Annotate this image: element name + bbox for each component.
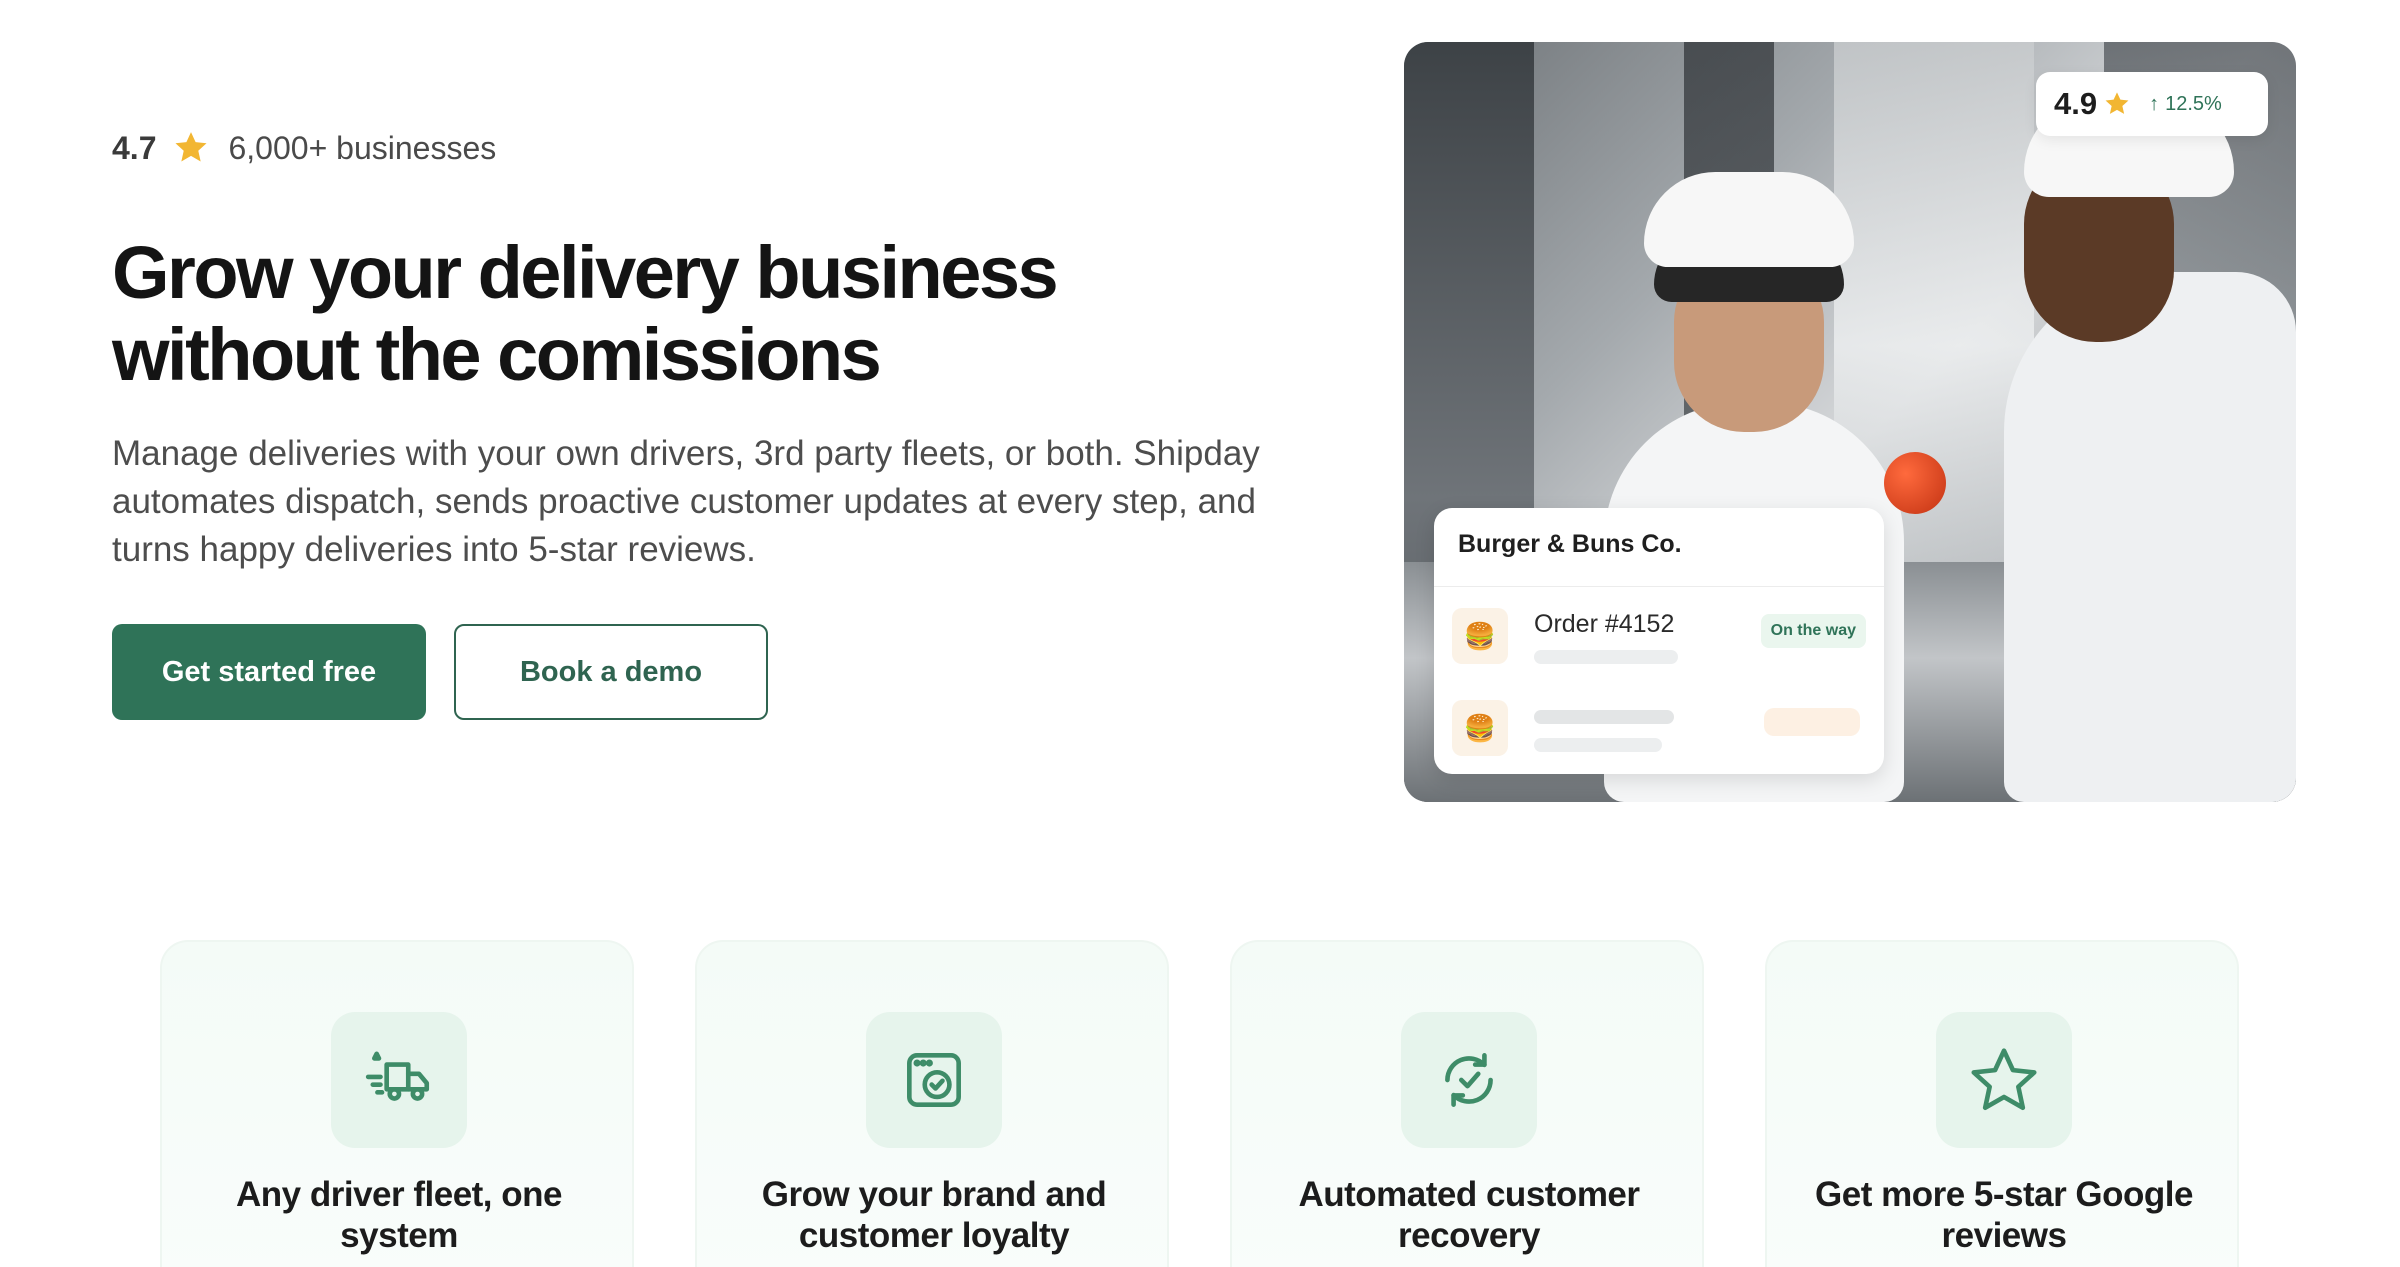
rating-businesses-text: 6,000+ businesses <box>228 129 497 166</box>
chef-hat <box>1644 172 1854 267</box>
order-number: Order #4152 <box>1534 610 1675 638</box>
order-row: 🍔 <box>1452 696 1866 758</box>
refresh-check-icon <box>1445 1053 1493 1107</box>
stat-change-value: 12.5% <box>2165 92 2222 115</box>
page-title: Grow your delivery business without the … <box>112 231 1059 396</box>
feature-card[interactable]: Grow your brand and customer loyalty <box>695 940 1169 1267</box>
feature-icon-container <box>331 1012 467 1148</box>
features-section: Any driver fleet, one system Grow your b… <box>160 940 2240 1267</box>
rating-score: 4.7 <box>112 129 157 166</box>
star-outline-icon <box>1971 1048 2037 1111</box>
feature-icon-container <box>1936 1012 2072 1148</box>
feature-icon-container <box>1401 1012 1537 1148</box>
feature-title: Automated customer recovery <box>1298 1175 1640 1255</box>
burger-icon: 🍔 <box>1452 608 1508 664</box>
page: 4.7 6,000+ businesses Grow your delivery… <box>0 0 2400 1267</box>
skeleton-line <box>1534 738 1662 752</box>
stat-rating-value: 4.9 <box>2054 86 2098 121</box>
rating-stat-card: 4.9 ↑ 12.5% <box>2036 72 2268 136</box>
status-badge-placeholder <box>1764 708 1860 736</box>
arrow-up-icon: ↑ <box>2149 92 2160 115</box>
status-badge: On the way <box>1760 614 1866 648</box>
feature-card[interactable]: Get more 5-star Google reviews <box>1765 940 2239 1267</box>
feature-card[interactable]: Automated customer recovery <box>1230 940 1704 1267</box>
book-demo-button[interactable]: Book a demo <box>454 624 768 720</box>
order-row: 🍔 Order #4152 On the way <box>1452 604 1866 666</box>
get-started-button[interactable]: Get started free <box>112 624 426 720</box>
feature-title: Any driver fleet, one system <box>236 1175 562 1255</box>
star-icon <box>175 132 208 162</box>
order-card: Burger & Buns Co. 🍔 Order #4152 On the w… <box>1434 508 1884 774</box>
skeleton-line <box>1534 710 1674 724</box>
feature-title: Grow your brand and customer loyalty <box>761 1175 1107 1255</box>
feature-icon-container <box>866 1012 1002 1148</box>
star-icon <box>2105 92 2129 114</box>
rating-row: 4.7 6,000+ businesses <box>112 126 1272 170</box>
feature-title: Get more 5-star Google reviews <box>1815 1175 2193 1255</box>
brand-app-icon <box>907 1053 961 1107</box>
chef-figure <box>2004 272 2296 802</box>
hero-section: 4.7 6,000+ businesses Grow your delivery… <box>112 126 1272 720</box>
burger-icon: 🍔 <box>1452 700 1508 756</box>
feature-card[interactable]: Any driver fleet, one system <box>160 940 634 1267</box>
delivery-truck-icon <box>365 1051 430 1101</box>
hero-description: Manage deliveries with your own drivers,… <box>112 434 1260 569</box>
restaurant-name: Burger & Buns Co. <box>1458 530 1682 558</box>
cta-row: Get started free Book a demo <box>112 624 1272 720</box>
skeleton-line <box>1534 650 1678 664</box>
tomato <box>1884 452 1946 514</box>
divider <box>1434 586 1884 587</box>
